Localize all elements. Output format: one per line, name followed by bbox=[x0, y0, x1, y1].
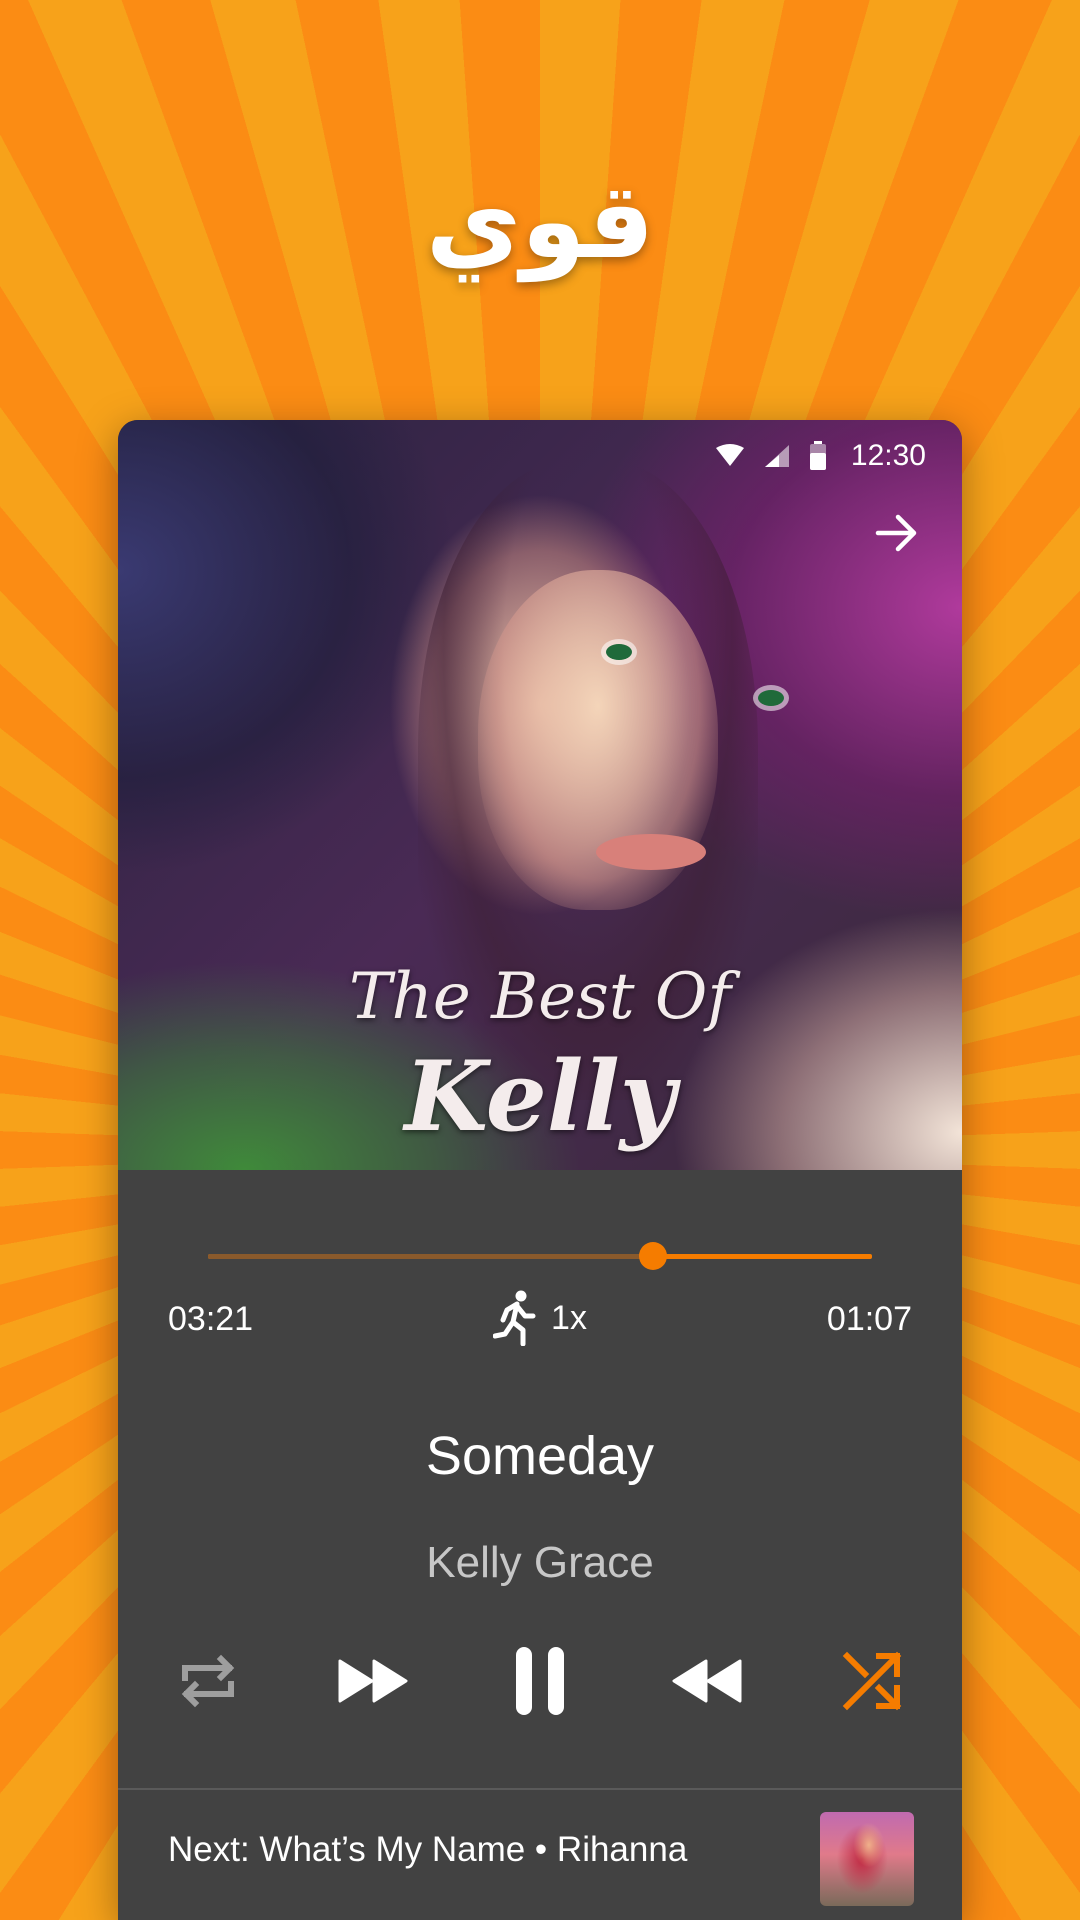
pause-icon bbox=[516, 1647, 564, 1715]
remaining-time: 01:07 bbox=[826, 1300, 912, 1338]
speed-value: 1x bbox=[551, 1298, 587, 1337]
song-artist: Kelly Grace bbox=[426, 1538, 654, 1587]
status-bar: 12:30 bbox=[715, 428, 926, 484]
next-up-bar[interactable]: Next: What’s My Name • Rihanna bbox=[118, 1790, 962, 1920]
seek-bar[interactable] bbox=[208, 1242, 872, 1270]
wifi-icon bbox=[715, 444, 744, 466]
shuffle-button[interactable] bbox=[832, 1641, 912, 1721]
forward-arrow-icon[interactable] bbox=[872, 508, 922, 558]
repeat-icon bbox=[181, 1654, 235, 1708]
art-eye-left bbox=[606, 644, 632, 660]
song-title: Someday bbox=[425, 1426, 655, 1486]
phone-screen: The Best Of Kelly 12:30 03:21 1x 01:07 S… bbox=[118, 420, 962, 1920]
shuffle-icon bbox=[842, 1651, 902, 1711]
time-row: 03:21 1x 01:07 bbox=[168, 1290, 912, 1350]
album-title-line1: The Best Of bbox=[348, 960, 732, 1034]
repeat-button[interactable] bbox=[168, 1641, 248, 1721]
pause-button[interactable] bbox=[500, 1641, 580, 1721]
playback-speed-button[interactable]: 1x bbox=[168, 1290, 912, 1346]
art-eye-right bbox=[758, 690, 784, 706]
promo-headline: قوي bbox=[425, 160, 655, 282]
fast-forward-icon bbox=[338, 1659, 408, 1703]
running-person-icon bbox=[493, 1290, 536, 1346]
rewind-icon bbox=[672, 1659, 742, 1703]
transport-buttons bbox=[168, 1636, 912, 1726]
rewind-button[interactable] bbox=[666, 1641, 746, 1721]
next-up-text: Next: What’s My Name • Rihanna bbox=[168, 1830, 688, 1869]
cell-signal-icon bbox=[764, 445, 789, 467]
album-title-line2: Kelly bbox=[404, 1040, 676, 1153]
status-time: 12:30 bbox=[850, 439, 926, 472]
seek-thumb[interactable] bbox=[638, 1242, 667, 1270]
fast-forward-button[interactable] bbox=[334, 1641, 414, 1721]
art-lips bbox=[596, 834, 706, 870]
player-controls: 03:21 1x 01:07 Someday Kelly Grace Next:… bbox=[118, 1170, 962, 1920]
next-album-thumbnail bbox=[820, 1812, 914, 1906]
album-art: The Best Of Kelly 12:30 bbox=[118, 420, 962, 1170]
seek-played bbox=[208, 1254, 653, 1259]
battery-icon bbox=[809, 441, 826, 470]
